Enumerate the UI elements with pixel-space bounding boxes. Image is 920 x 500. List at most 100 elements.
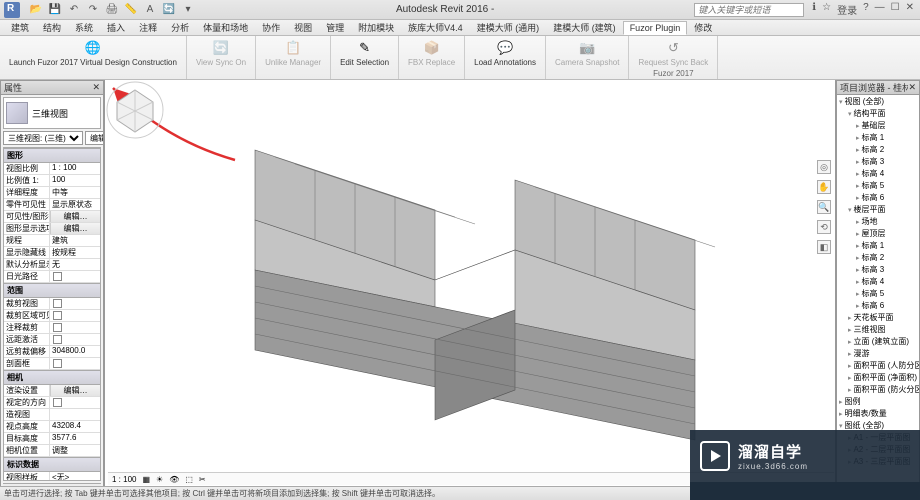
star-icon[interactable]: ☆ <box>822 2 831 17</box>
menu-tab[interactable]: 结构 <box>36 19 68 36</box>
props-value[interactable]: 100 <box>50 175 100 186</box>
tree-item[interactable]: 标高 6 <box>838 192 918 204</box>
menu-tab[interactable]: Fuzor Plugin <box>623 21 688 35</box>
tree-item[interactable]: 面积平面 (防火分区面… <box>838 384 918 396</box>
tree-item[interactable]: 面积平面 (人防分区面… <box>838 360 918 372</box>
props-value[interactable] <box>50 322 100 333</box>
props-value[interactable] <box>50 310 100 321</box>
qat-redo-icon[interactable]: ↷ <box>85 2 101 18</box>
qat-measure-icon[interactable]: 📏 <box>123 2 139 18</box>
vc-icon[interactable]: 👁 <box>169 475 179 484</box>
tree-item[interactable]: 明细表/数量 <box>838 408 918 420</box>
viewcube[interactable] <box>105 80 165 140</box>
checkbox[interactable] <box>53 323 62 332</box>
search-input[interactable] <box>694 3 804 17</box>
close-icon[interactable]: ✕ <box>906 2 914 17</box>
qat-sync-icon[interactable]: 🔄 <box>161 2 177 18</box>
props-value[interactable]: 按规程 <box>50 247 100 258</box>
props-value[interactable]: 3577.6 <box>50 433 100 444</box>
tree-item[interactable]: 天花板平面 <box>838 312 918 324</box>
menu-tab[interactable]: 修改 <box>687 19 719 36</box>
props-value[interactable]: 304800.0 <box>50 346 100 357</box>
props-value[interactable] <box>50 298 100 309</box>
nav-pan-icon[interactable]: ✋ <box>817 180 831 194</box>
menu-tab[interactable]: 体量和场地 <box>196 19 255 36</box>
checkbox[interactable] <box>53 398 62 407</box>
checkbox[interactable] <box>53 299 62 308</box>
qat-a-icon[interactable]: A <box>142 2 158 18</box>
nav-wheel-icon[interactable]: ◎ <box>817 160 831 174</box>
vc-icon[interactable]: ⬚ <box>185 475 193 484</box>
tree-item[interactable]: 楼层平面 <box>838 204 918 216</box>
tree-item[interactable]: 标高 1 <box>838 240 918 252</box>
props-edittype-select[interactable]: 编辑类型 <box>85 131 104 145</box>
qat-save-icon[interactable]: 💾 <box>47 2 63 18</box>
checkbox[interactable] <box>53 359 62 368</box>
props-value[interactable]: 调整 <box>50 445 100 456</box>
props-value[interactable]: 43208.4 <box>50 421 100 432</box>
vc-icon[interactable]: ✂ <box>199 475 206 484</box>
checkbox[interactable] <box>53 311 62 320</box>
menu-tab[interactable]: 建筑 <box>4 19 36 36</box>
info-icon[interactable]: ℹ <box>812 2 816 17</box>
menu-tab[interactable]: 插入 <box>100 19 132 36</box>
tree-item[interactable]: 标高 2 <box>838 252 918 264</box>
app-icon[interactable] <box>4 2 20 18</box>
checkbox[interactable] <box>53 335 62 344</box>
tree-item[interactable]: 结构平面 <box>838 108 918 120</box>
props-value[interactable] <box>50 334 100 345</box>
props-section-head[interactable]: 范围 <box>4 283 100 298</box>
props-value[interactable] <box>50 409 100 420</box>
tree-item[interactable]: 图例 <box>838 396 918 408</box>
props-section-head[interactable]: 图形 <box>4 148 100 163</box>
props-value[interactable]: 中等 <box>50 187 100 198</box>
props-value[interactable]: 编辑… <box>50 211 100 222</box>
nav-cube-icon[interactable]: ◧ <box>817 240 831 254</box>
props-section-head[interactable]: 标识数据 <box>4 457 100 472</box>
props-value[interactable] <box>50 271 100 282</box>
checkbox[interactable] <box>53 272 62 281</box>
tree-item[interactable]: 标高 3 <box>838 156 918 168</box>
props-value[interactable]: <无> <box>50 472 100 481</box>
qat-more-icon[interactable]: ▾ <box>180 2 196 18</box>
menu-tab[interactable]: 建模大师 (建筑) <box>546 19 623 36</box>
qat-open-icon[interactable]: 📂 <box>28 2 44 18</box>
menu-tab[interactable]: 协作 <box>255 19 287 36</box>
tree-item[interactable]: 面积平面 (净面积) <box>838 372 918 384</box>
props-value[interactable]: 1 : 100 <box>50 163 100 174</box>
tree-item[interactable]: 标高 4 <box>838 168 918 180</box>
nav-zoom-icon[interactable]: 🔍 <box>817 200 831 214</box>
menu-tab[interactable]: 注释 <box>132 19 164 36</box>
props-value[interactable]: 建筑 <box>50 235 100 246</box>
qat-undo-icon[interactable]: ↶ <box>66 2 82 18</box>
props-close-icon[interactable]: ✕ <box>92 82 100 93</box>
help-icon[interactable]: ? <box>863 2 869 17</box>
props-instance-select[interactable]: 三维视图: (三维) <box>3 131 83 145</box>
vc-icon[interactable]: ▦ <box>142 475 150 484</box>
props-value[interactable] <box>50 358 100 369</box>
tree-item[interactable]: 场地 <box>838 216 918 228</box>
menu-tab[interactable]: 分析 <box>164 19 196 36</box>
tree-item[interactable]: 标高 5 <box>838 180 918 192</box>
tree-item[interactable]: 标高 1 <box>838 132 918 144</box>
tree-item[interactable]: 屋顶层 <box>838 228 918 240</box>
props-value[interactable]: 编辑… <box>50 223 100 234</box>
tree-item[interactable]: 立面 (建筑立面) <box>838 336 918 348</box>
props-value[interactable]: 无 <box>50 259 100 270</box>
menu-tab[interactable]: 建模大师 (通用) <box>470 19 547 36</box>
props-value[interactable] <box>50 397 100 408</box>
qat-print-icon[interactable]: 🖨 <box>104 2 120 18</box>
view-scale[interactable]: 1 : 100 <box>112 475 136 484</box>
menu-tab[interactable]: 系统 <box>68 19 100 36</box>
tree-item[interactable]: 基础层 <box>838 120 918 132</box>
tree-item[interactable]: 标高 4 <box>838 276 918 288</box>
tree-item[interactable]: 标高 2 <box>838 144 918 156</box>
tree-item[interactable]: 三维视图 <box>838 324 918 336</box>
props-value[interactable]: 编辑… <box>50 385 100 396</box>
minimize-icon[interactable]: — <box>875 2 885 17</box>
ribbon-button[interactable]: ✎Edit Selection <box>337 38 392 68</box>
browser-close-icon[interactable]: ✕ <box>908 82 916 93</box>
nav-orbit-icon[interactable]: ⟲ <box>817 220 831 234</box>
ribbon-button[interactable]: 🌐Launch Fuzor 2017 Virtual Design Constr… <box>6 38 180 68</box>
menu-tab[interactable]: 管理 <box>319 19 351 36</box>
